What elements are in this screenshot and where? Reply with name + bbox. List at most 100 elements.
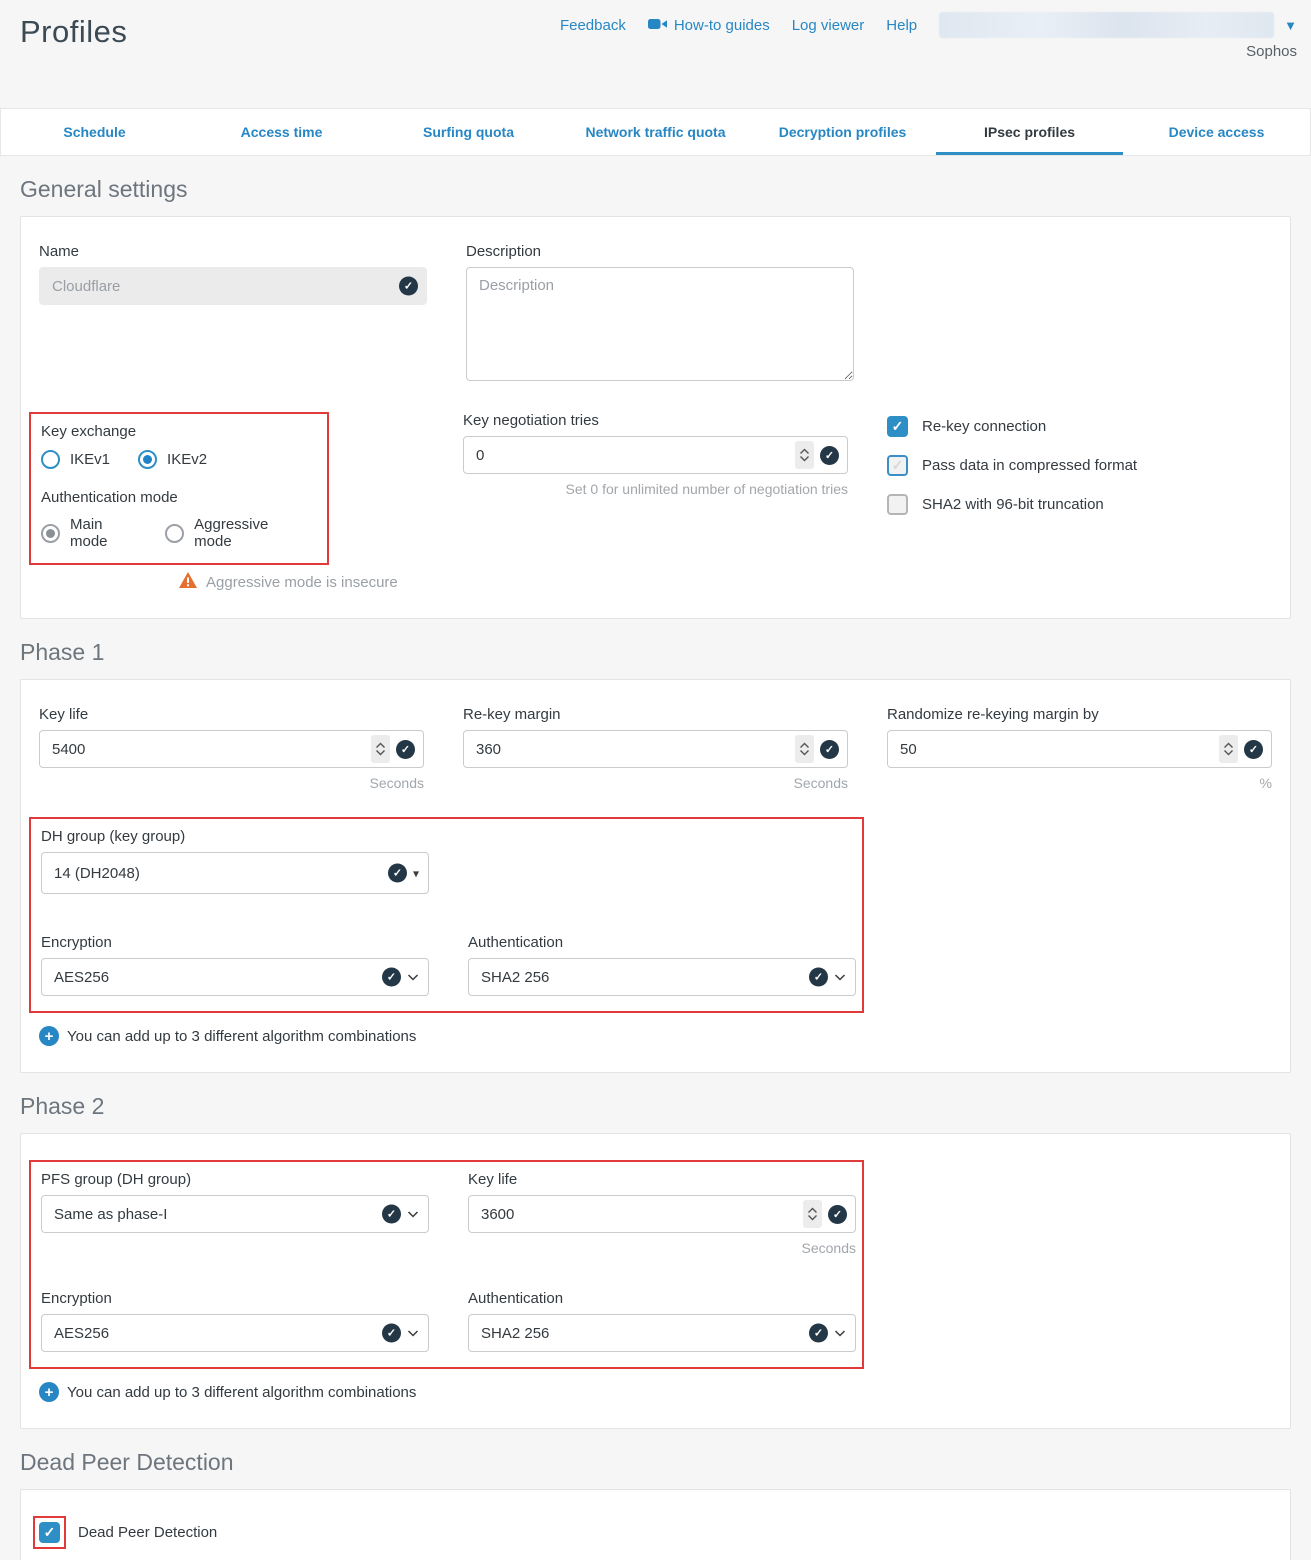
tab-access-time[interactable]: Access time xyxy=(188,109,375,155)
p2-authentication-label: Authentication xyxy=(468,1290,856,1307)
chevron-down-icon xyxy=(834,973,846,981)
radio-main-mode[interactable] xyxy=(41,524,60,543)
p1-dh-group-label: DH group (key group) xyxy=(41,828,429,845)
chevron-down-icon xyxy=(407,973,419,981)
warning-triangle-icon xyxy=(179,572,197,592)
number-spinner[interactable] xyxy=(803,1200,822,1228)
p1-rekey-margin-hint: Seconds xyxy=(463,775,848,791)
p1-encryption-select[interactable]: AES256 xyxy=(41,958,429,996)
chevron-down-icon xyxy=(407,1329,419,1337)
p2-authentication-select[interactable]: SHA2 256 xyxy=(468,1314,856,1352)
valid-check-icon xyxy=(820,446,839,465)
radio-ikev1-label: IKEv1 xyxy=(70,451,110,468)
p2-pfs-group-select[interactable]: Same as phase-I xyxy=(41,1195,429,1233)
compressed-format-checkbox[interactable] xyxy=(887,455,908,476)
p2-key-life-hint: Seconds xyxy=(468,1240,856,1256)
description-label: Description xyxy=(466,243,854,260)
aggressive-mode-warning: Aggressive mode is insecure xyxy=(206,574,398,591)
radio-main-mode-label: Main mode xyxy=(70,516,137,550)
rekey-connection-row: Re-key connection xyxy=(887,416,1272,437)
p1-randomize-input[interactable] xyxy=(887,730,1272,768)
valid-check-icon xyxy=(820,740,839,759)
profile-tabs: Schedule Access time Surfing quota Netwo… xyxy=(0,108,1311,156)
p2-pfs-group-label: PFS group (DH group) xyxy=(41,1171,429,1188)
p1-dh-group-select[interactable]: 14 (DH2048) ▾ xyxy=(41,852,429,894)
annotation-box-phase2-algorithms: PFS group (DH group) Same as phase-I Key… xyxy=(29,1160,864,1369)
p2-add-combination-row: You can add up to 3 different algorithm … xyxy=(39,1382,1272,1402)
tab-decryption-profiles[interactable]: Decryption profiles xyxy=(749,109,936,155)
header-links: Feedback How-to guides Log viewer Help ▼ xyxy=(560,12,1297,38)
number-spinner[interactable] xyxy=(795,735,814,763)
general-settings-card: Name Description Key exchange IKEv1 IKEv… xyxy=(20,216,1291,619)
log-viewer-link[interactable]: Log viewer xyxy=(792,17,865,34)
sha2-truncation-checkbox[interactable] xyxy=(887,494,908,515)
phase1-card: Key life Seconds Re-key margin xyxy=(20,679,1291,1073)
tab-device-access[interactable]: Device access xyxy=(1123,109,1310,155)
number-spinner[interactable] xyxy=(795,441,814,469)
number-spinner[interactable] xyxy=(1219,735,1238,763)
help-link[interactable]: Help xyxy=(886,17,917,34)
sha2-truncation-label: SHA2 with 96-bit truncation xyxy=(922,496,1104,513)
p2-key-life-input[interactable] xyxy=(468,1195,856,1233)
valid-check-icon xyxy=(382,968,401,987)
valid-check-icon xyxy=(809,1324,828,1343)
chevron-down-icon xyxy=(834,1329,846,1337)
annotation-box-key-exchange: Key exchange IKEv1 IKEv2 Authentication … xyxy=(29,412,329,565)
valid-check-icon xyxy=(396,740,415,759)
radio-ikev2-label: IKEv2 xyxy=(167,451,207,468)
radio-aggressive-mode-label: Aggressive mode xyxy=(194,516,299,550)
valid-check-icon xyxy=(382,1205,401,1224)
add-plus-icon[interactable] xyxy=(39,1026,59,1046)
annotation-box-phase1-algorithms: DH group (key group) 14 (DH2048) ▾ Encry… xyxy=(29,817,864,1013)
tab-network-traffic-quota[interactable]: Network traffic quota xyxy=(562,109,749,155)
key-exchange-label: Key exchange xyxy=(41,423,327,440)
compressed-format-row: Pass data in compressed format xyxy=(887,455,1272,476)
rekey-connection-checkbox[interactable] xyxy=(887,416,908,437)
account-caret-down-icon[interactable]: ▼ xyxy=(1284,18,1297,33)
p1-encryption-label: Encryption xyxy=(41,934,429,951)
p1-authentication-select[interactable]: SHA2 256 xyxy=(468,958,856,996)
p1-authentication-value: SHA2 256 xyxy=(481,969,549,986)
radio-aggressive-mode[interactable] xyxy=(165,524,184,543)
p1-randomize-hint: % xyxy=(887,775,1272,791)
p2-key-life-label: Key life xyxy=(468,1171,856,1188)
brand-label: Sophos xyxy=(1246,43,1297,60)
account-dropdown-redacted[interactable] xyxy=(939,12,1274,38)
p1-key-life-input[interactable] xyxy=(39,730,424,768)
valid-check-icon xyxy=(828,1205,847,1224)
auth-mode-label: Authentication mode xyxy=(41,489,327,506)
p2-encryption-select[interactable]: AES256 xyxy=(41,1314,429,1352)
video-camera-icon xyxy=(648,17,667,34)
key-negotiation-input[interactable] xyxy=(463,436,848,474)
howto-guides-link[interactable]: How-to guides xyxy=(648,17,770,34)
p1-rekey-margin-label: Re-key margin xyxy=(463,706,848,723)
name-label: Name xyxy=(39,243,427,260)
dpd-card: Dead Peer Detection Check peer after eve… xyxy=(20,1489,1291,1560)
compressed-format-label: Pass data in compressed format xyxy=(922,457,1137,474)
tab-surfing-quota[interactable]: Surfing quota xyxy=(375,109,562,155)
radio-ikev2[interactable] xyxy=(138,450,157,469)
chevron-down-icon xyxy=(407,1210,419,1218)
p1-randomize-label: Randomize re-keying margin by xyxy=(887,706,1272,723)
p2-add-combination-hint: You can add up to 3 different algorithm … xyxy=(67,1384,416,1401)
annotation-box-dpd-checkbox xyxy=(33,1516,66,1549)
dpd-enable-label: Dead Peer Detection xyxy=(78,1524,217,1541)
p1-key-life-label: Key life xyxy=(39,706,424,723)
description-textarea[interactable] xyxy=(466,267,854,381)
feedback-link[interactable]: Feedback xyxy=(560,17,626,34)
p1-rekey-margin-input[interactable] xyxy=(463,730,848,768)
add-plus-icon[interactable] xyxy=(39,1382,59,1402)
dpd-enable-checkbox[interactable] xyxy=(39,1522,60,1543)
name-input[interactable] xyxy=(39,267,427,305)
valid-check-icon xyxy=(388,864,407,883)
valid-check-icon xyxy=(399,277,418,296)
p2-encryption-value: AES256 xyxy=(54,1325,109,1342)
caret-down-icon: ▾ xyxy=(413,866,419,880)
tab-ipsec-profiles[interactable]: IPsec profiles xyxy=(936,109,1123,155)
tab-schedule[interactable]: Schedule xyxy=(1,109,188,155)
p1-key-life-hint: Seconds xyxy=(39,775,424,791)
p1-add-combination-row: You can add up to 3 different algorithm … xyxy=(39,1026,1272,1046)
number-spinner[interactable] xyxy=(371,735,390,763)
p1-dh-group-value: 14 (DH2048) xyxy=(54,865,140,882)
radio-ikev1[interactable] xyxy=(41,450,60,469)
